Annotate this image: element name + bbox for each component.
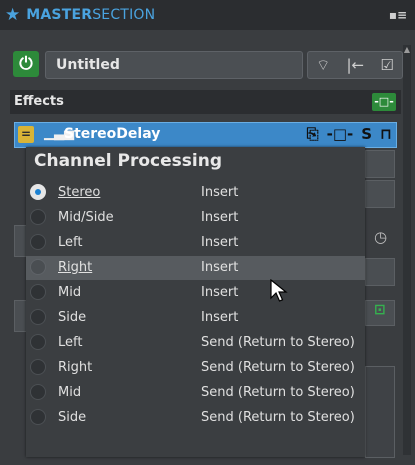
channel-processing-heading: Channel Processing xyxy=(34,151,222,171)
menu-item-left-send[interactable]: Left Send (Return to Stereo) xyxy=(26,331,365,355)
radio-icon xyxy=(30,284,46,300)
radio-icon xyxy=(30,359,46,375)
add-effect-icon[interactable]: -□- xyxy=(372,93,396,111)
effects-header: Effects -□- xyxy=(10,90,401,114)
vertical-scrollbar[interactable]: ▲ xyxy=(403,45,411,455)
radio-icon xyxy=(30,384,46,400)
plugin-slot-stereodelay[interactable]: = ▁▃▅ StereoDelay ⎘ -□- S ⊓ xyxy=(14,122,397,148)
mouse-cursor-icon xyxy=(270,279,288,302)
preset-name: Untitled xyxy=(56,57,120,73)
preset-name-field[interactable]: Untitled xyxy=(45,51,303,79)
channel-processing-menu: Channel Processing Stereo Insert Mid/Sid… xyxy=(26,147,365,457)
preset-tools: ⌔ |← ☑ xyxy=(307,51,403,79)
panel-menu-icon[interactable]: ▪≡ xyxy=(389,8,407,22)
radio-icon xyxy=(30,334,46,350)
radio-icon xyxy=(30,259,46,275)
plugin-edit-icon[interactable]: ⎘ xyxy=(307,125,319,143)
load-preset-icon[interactable]: |← xyxy=(347,56,365,74)
menu-item-right-insert[interactable]: Right Insert xyxy=(26,256,365,280)
menu-item-side-send[interactable]: Side Send (Return to Stereo) xyxy=(26,406,365,430)
menu-item-right-send[interactable]: Right Send (Return to Stereo) xyxy=(26,356,365,380)
wifi-preset-icon[interactable]: ⌔ xyxy=(316,56,330,75)
effects-label: Effects xyxy=(14,94,64,109)
radio-selected-icon xyxy=(30,184,46,200)
menu-item-stereo-insert[interactable]: Stereo Insert xyxy=(26,181,365,205)
minimize-icon[interactable]: = xyxy=(18,126,34,143)
scroll-up-icon[interactable]: ▲ xyxy=(403,45,411,55)
power-button[interactable]: ⏻ xyxy=(13,51,39,77)
menu-item-mid-send[interactable]: Mid Send (Return to Stereo) xyxy=(26,381,365,405)
clock-icon[interactable]: ◷ xyxy=(374,228,387,246)
menu-item-left-insert[interactable]: Left Insert xyxy=(26,231,365,255)
panel-title: MASTERSECTION xyxy=(26,7,156,23)
plugin-tools: ⎘ -□- S ⊓ xyxy=(307,125,392,143)
menu-item-mid-insert[interactable]: Mid Insert xyxy=(26,281,365,305)
bypass-icon[interactable]: -□- xyxy=(327,125,354,143)
solo-button[interactable]: S xyxy=(361,125,372,143)
background-control xyxy=(365,180,395,208)
menu-item-midside-insert[interactable]: Mid/Side Insert xyxy=(26,206,365,230)
insert-plugin-icon[interactable]: ⊡ xyxy=(374,302,386,318)
star-icon: ★ xyxy=(5,5,21,25)
radio-icon xyxy=(30,209,46,225)
background-control xyxy=(365,366,395,458)
preset-row: ⏻ Untitled ⌔ |← ☑ xyxy=(13,49,403,79)
master-section-titlebar: ★ MASTERSECTION ▪≡ xyxy=(0,0,415,30)
plugin-name: StereoDelay xyxy=(64,126,161,142)
radio-icon xyxy=(30,309,46,325)
radio-icon xyxy=(30,409,46,425)
menu-item-side-insert[interactable]: Side Insert xyxy=(26,306,365,330)
background-control xyxy=(365,258,395,286)
background-control xyxy=(365,150,395,178)
radio-icon xyxy=(30,234,46,250)
save-preset-icon[interactable]: ☑ xyxy=(380,56,393,74)
insert-icon[interactable]: ⊓ xyxy=(380,125,392,143)
